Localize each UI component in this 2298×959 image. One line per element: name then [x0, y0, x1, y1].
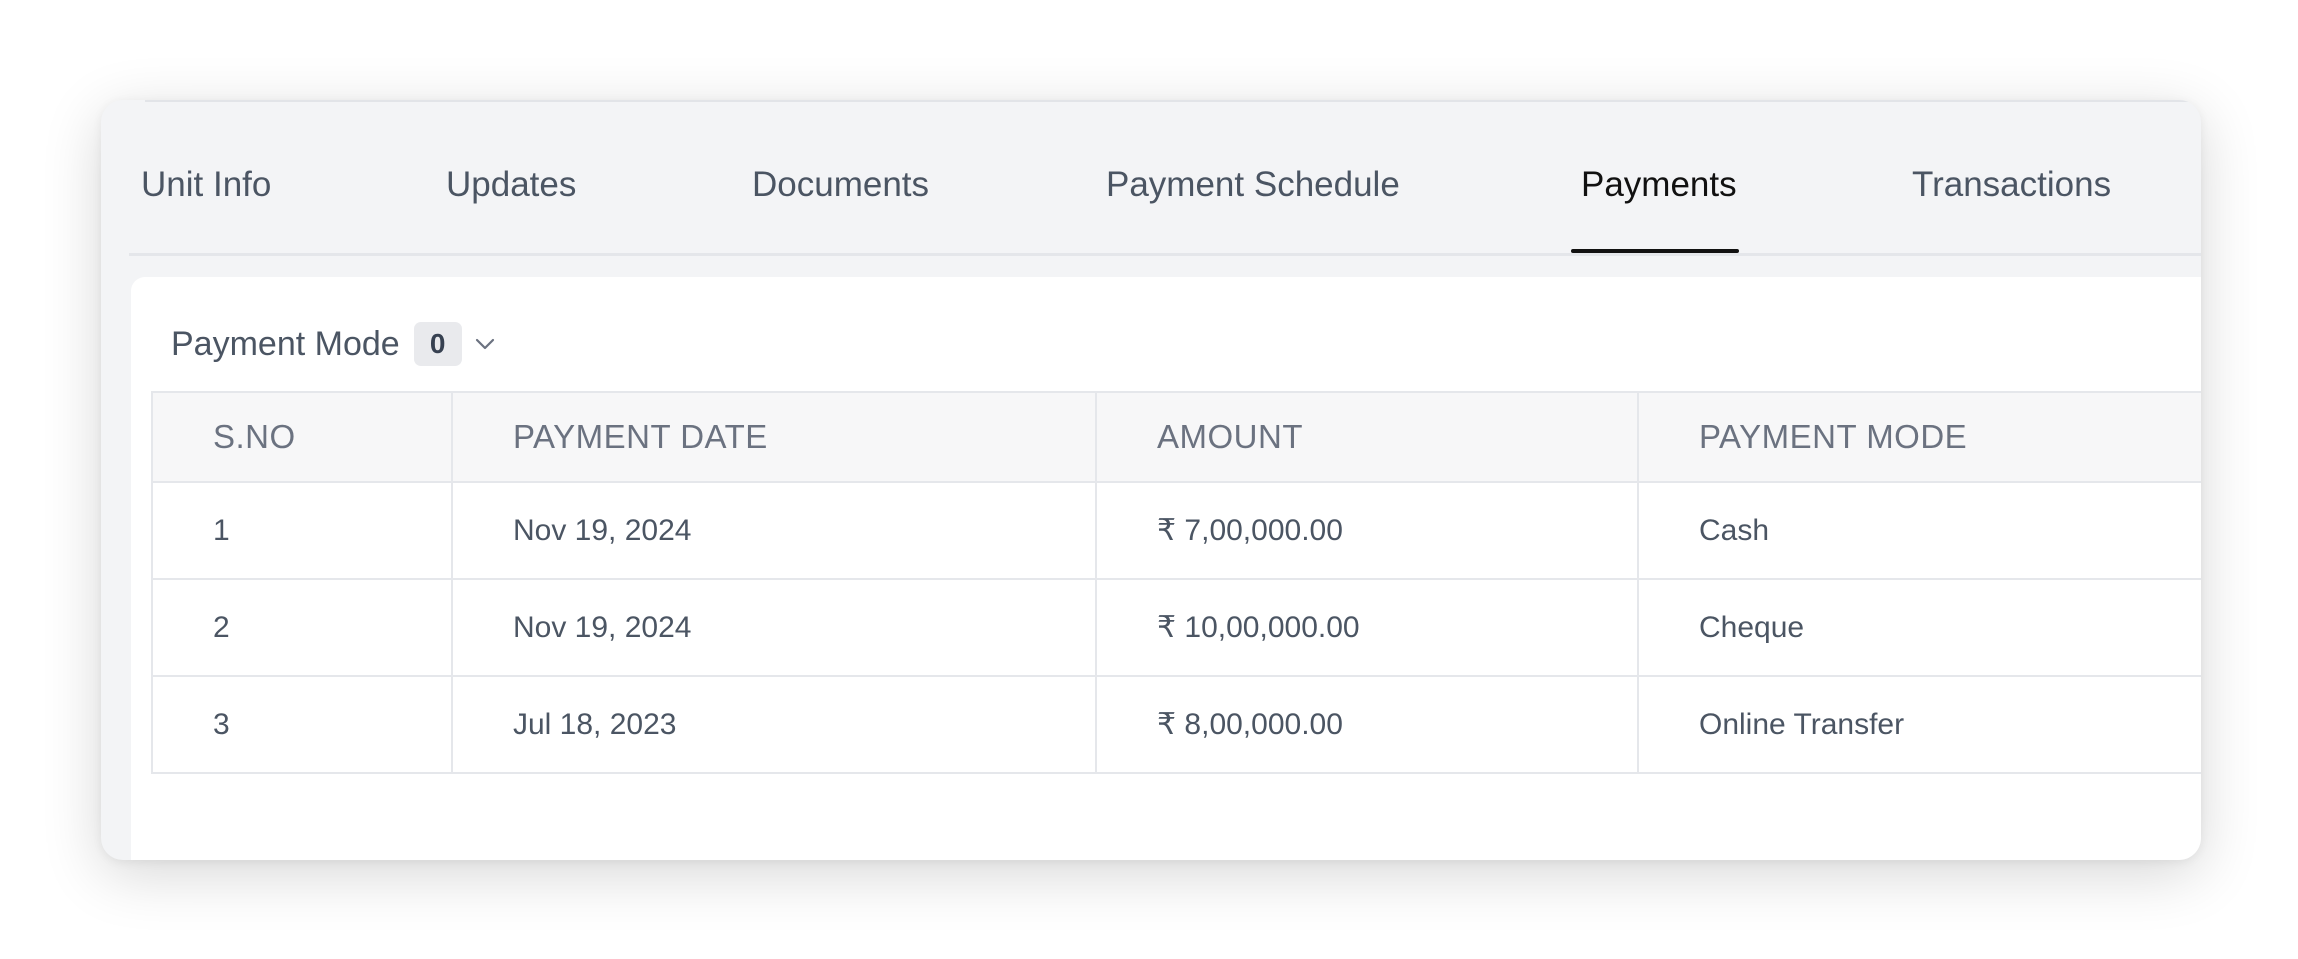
column-header-sno: S.NO [151, 391, 453, 483]
cell-amount: ₹ 8,00,000.00 [1095, 675, 1639, 774]
tab-transactions[interactable]: Transactions [1912, 100, 2111, 253]
tab-unit-info[interactable]: Unit Info [141, 100, 271, 253]
tab-updates[interactable]: Updates [446, 100, 576, 253]
table-row: 2 Nov 19, 2024 ₹ 10,00,000.00 Cheque [151, 578, 2201, 677]
column-header-payment-mode: PAYMENT MODE [1637, 391, 2201, 483]
tab-bar: Unit Info Updates Documents Payment Sche… [101, 100, 2201, 255]
unit-details-card: Unit Info Updates Documents Payment Sche… [101, 100, 2201, 860]
cell-payment-mode: Online Transfer [1637, 675, 2201, 774]
cell-payment-date: Jul 18, 2023 [451, 675, 1097, 774]
cell-sno: 2 [151, 578, 453, 677]
payment-mode-filter-count: 0 [413, 322, 462, 366]
cell-payment-mode: Cash [1637, 481, 2201, 580]
cell-payment-mode: Cheque [1637, 578, 2201, 677]
cell-payment-date: Nov 19, 2024 [451, 578, 1097, 677]
column-header-payment-date: PAYMENT DATE [451, 391, 1097, 483]
payment-mode-filter[interactable]: Payment Mode 0 [171, 319, 500, 369]
cell-payment-date: Nov 19, 2024 [451, 481, 1097, 580]
payments-table: S.NO PAYMENT DATE AMOUNT PAYMENT MODE 1 … [151, 391, 2201, 774]
chevron-down-icon[interactable] [470, 329, 500, 359]
tab-payments[interactable]: Payments [1571, 100, 1739, 253]
payments-panel: Payment Mode 0 S.NO PAYMENT DATE AMOUNT [131, 277, 2201, 860]
table-row: 1 Nov 19, 2024 ₹ 7,00,000.00 Cash [151, 481, 2201, 580]
tab-payment-schedule[interactable]: Payment Schedule [1106, 100, 1400, 253]
cell-sno: 1 [151, 481, 453, 580]
cell-amount: ₹ 10,00,000.00 [1095, 578, 1639, 677]
tab-documents[interactable]: Documents [752, 100, 929, 253]
cell-sno: 3 [151, 675, 453, 774]
tab-bar-divider [129, 253, 2201, 256]
column-header-amount: AMOUNT [1095, 391, 1639, 483]
table-header-row: S.NO PAYMENT DATE AMOUNT PAYMENT MODE [151, 391, 2201, 483]
table-row: 3 Jul 18, 2023 ₹ 8,00,000.00 Online Tran… [151, 675, 2201, 774]
payment-mode-filter-label: Payment Mode [171, 324, 400, 363]
cell-amount: ₹ 7,00,000.00 [1095, 481, 1639, 580]
